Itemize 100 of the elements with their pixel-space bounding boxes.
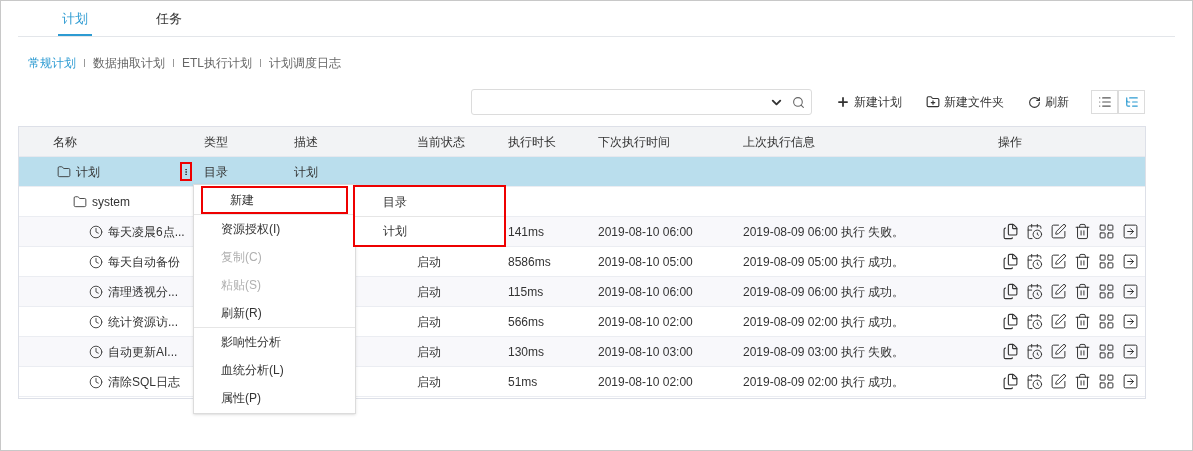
status-cell-text: 启动	[416, 253, 442, 271]
delete-icon[interactable]	[1074, 343, 1091, 360]
delete-icon[interactable]	[1074, 373, 1091, 390]
subnav-link[interactable]: 计划调度日志	[269, 54, 341, 72]
last-run-cell-text: 2019-08-09 05:00 执行 成功。	[742, 253, 906, 271]
list-view-button[interactable]	[1091, 90, 1118, 114]
subnav-link[interactable]: ETL执行计划	[182, 54, 252, 72]
last-run-cell-text: 2019-08-09 03:00 执行 失败。	[742, 343, 906, 361]
export-icon[interactable]	[1122, 283, 1139, 300]
duration-cell-text: 141ms	[507, 223, 546, 241]
name-cell: 每天自动备份	[89, 252, 180, 271]
schedule-run-icon[interactable]	[1026, 283, 1043, 300]
grid-icon[interactable]	[1098, 283, 1115, 300]
name-cell: 每天凌晨6点...	[89, 222, 185, 241]
clock-icon	[89, 344, 103, 359]
column-header: 当前状态	[416, 133, 466, 151]
grid-icon[interactable]	[1098, 343, 1115, 360]
edit-icon[interactable]	[1050, 313, 1067, 330]
duration-cell-text: 8586ms	[507, 253, 552, 271]
last-run-cell-text: 2019-08-09 06:00 执行 失败。	[742, 223, 906, 241]
menu-item[interactable]: 计划	[355, 216, 504, 245]
column-header: 执行时长	[507, 133, 557, 151]
column-header: 下次执行时间	[597, 133, 671, 151]
column-header: 操作	[997, 133, 1023, 151]
folder-icon	[73, 194, 87, 209]
menu-item[interactable]: 目录	[355, 187, 504, 216]
tree-list-icon	[1124, 95, 1139, 109]
name-cell: 自动更新AI...	[89, 342, 178, 361]
schedule-run-icon[interactable]	[1026, 313, 1043, 330]
export-icon[interactable]	[1122, 253, 1139, 270]
name-cell: 计划	[57, 162, 100, 181]
clock-icon	[89, 224, 103, 239]
next-run-cell-text: 2019-08-10 03:00	[597, 343, 694, 361]
copy-icon[interactable]	[1002, 253, 1019, 270]
table-row[interactable]: 计划 目录 计划	[19, 157, 1145, 187]
tab[interactable]: 任务	[152, 8, 186, 36]
duration-cell-text: 51ms	[507, 373, 539, 391]
schedule-run-icon[interactable]	[1026, 223, 1043, 240]
status-cell-text: 启动	[416, 373, 442, 391]
grid-icon[interactable]	[1098, 313, 1115, 330]
plus-icon	[836, 95, 850, 109]
name-cell: 清除SQL日志	[89, 372, 180, 391]
next-run-cell-text: 2019-08-10 02:00	[597, 313, 694, 331]
column-header: 名称	[52, 133, 78, 151]
folder-icon	[57, 164, 71, 179]
edit-icon[interactable]	[1050, 373, 1067, 390]
next-run-cell-text: 2019-08-10 05:00	[597, 253, 694, 271]
duration-cell-text: 115ms	[507, 283, 545, 301]
toolbar-button[interactable]: 刷新	[1028, 93, 1069, 111]
status-cell-text: 启动	[416, 283, 442, 301]
copy-icon[interactable]	[1002, 313, 1019, 330]
edit-icon[interactable]	[1050, 283, 1067, 300]
duration-cell-text: 566ms	[507, 313, 546, 331]
copy-icon[interactable]	[1002, 373, 1019, 390]
refresh-icon	[1028, 95, 1041, 109]
list-icon	[1097, 95, 1112, 109]
grid-icon[interactable]	[1098, 253, 1115, 270]
schedule-run-icon[interactable]	[1026, 343, 1043, 360]
more-button[interactable]	[180, 162, 192, 181]
folder-plus-icon	[926, 95, 940, 109]
schedule-run-icon[interactable]	[1026, 253, 1043, 270]
schedule-run-icon[interactable]	[1026, 373, 1043, 390]
grid-icon[interactable]	[1098, 223, 1115, 240]
subnav-link[interactable]: 数据抽取计划	[93, 54, 165, 72]
delete-icon[interactable]	[1074, 223, 1091, 240]
delete-icon[interactable]	[1074, 313, 1091, 330]
export-icon[interactable]	[1122, 343, 1139, 360]
last-run-cell-text: 2019-08-09 02:00 执行 成功。	[742, 313, 906, 331]
search-icon[interactable]	[792, 95, 805, 109]
grid-icon[interactable]	[1098, 373, 1115, 390]
duration-cell-text: 130ms	[507, 343, 546, 361]
status-cell-text: 启动	[416, 343, 442, 361]
column-header: 类型	[203, 133, 229, 151]
copy-icon[interactable]	[1002, 343, 1019, 360]
clock-icon	[89, 374, 103, 389]
search-field[interactable]	[471, 89, 812, 115]
export-icon[interactable]	[1122, 373, 1139, 390]
export-icon[interactable]	[1122, 313, 1139, 330]
delete-icon[interactable]	[1074, 253, 1091, 270]
clock-icon	[89, 254, 103, 269]
description-cell-text: 计划	[293, 163, 319, 181]
edit-icon[interactable]	[1050, 343, 1067, 360]
clock-icon	[89, 314, 103, 329]
next-run-cell-text: 2019-08-10 06:00	[597, 283, 694, 301]
copy-icon[interactable]	[1002, 223, 1019, 240]
menu-item[interactable]: 资源授权(I)	[194, 215, 355, 243]
toolbar-button[interactable]: 新建文件夹	[926, 93, 1004, 111]
toolbar-button[interactable]: 新建计划	[836, 93, 902, 111]
column-header: 描述	[293, 133, 319, 151]
edit-icon[interactable]	[1050, 223, 1067, 240]
export-icon[interactable]	[1122, 223, 1139, 240]
column-header: 上次执行信息	[742, 133, 816, 151]
status-cell-text: 启动	[416, 313, 442, 331]
next-run-cell-text: 2019-08-10 06:00	[597, 223, 694, 241]
name-cell: system	[73, 192, 130, 211]
name-cell: 统计资源访...	[89, 312, 178, 331]
delete-icon[interactable]	[1074, 283, 1091, 300]
edit-icon[interactable]	[1050, 253, 1067, 270]
copy-icon[interactable]	[1002, 283, 1019, 300]
last-run-cell-text: 2019-08-09 02:00 执行 成功。	[742, 373, 906, 391]
